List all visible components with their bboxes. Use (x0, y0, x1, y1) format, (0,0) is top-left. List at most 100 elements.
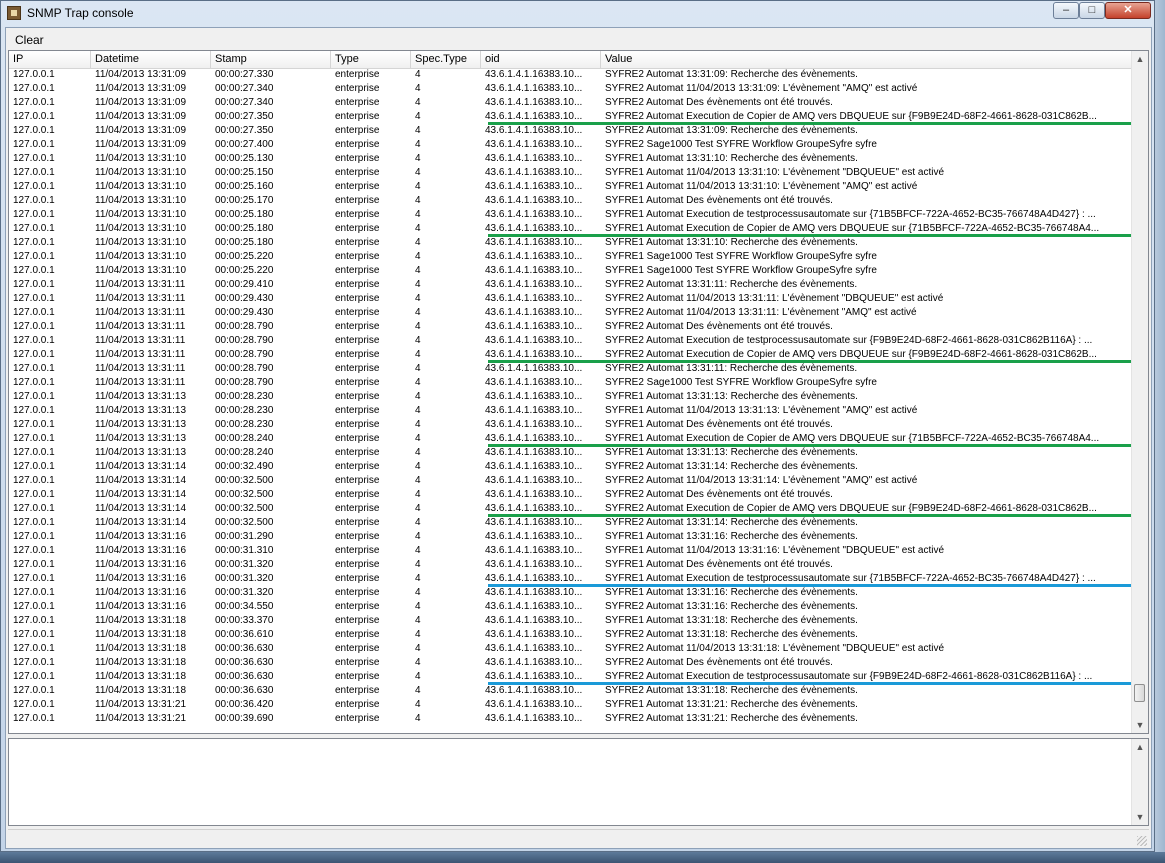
table-row[interactable]: 127.0.0.1 11/04/2013 13:31:11 00:00:28.790… (9, 320, 1134, 334)
table-row[interactable]: 127.0.0.1 11/04/2013 13:31:09 00:00:27.330… (9, 68, 1134, 82)
minimize-button[interactable]: – (1053, 2, 1079, 19)
table-row[interactable]: 127.0.0.1 11/04/2013 13:31:10 00:00:25.180… (9, 208, 1134, 222)
column-header-stamp[interactable]: Stamp (211, 51, 331, 68)
table-row[interactable]: 127.0.0.1 11/04/2013 13:31:11 00:00:29.430… (9, 306, 1134, 320)
oid-cell: 43.6.1.4.1.16383.10... (485, 335, 583, 346)
table-row[interactable]: 127.0.0.1 11/04/2013 13:31:09 00:00:27.340… (9, 82, 1134, 96)
spec-type-cell: 4 (415, 335, 421, 346)
table-row[interactable]: 127.0.0.1 11/04/2013 13:31:09 00:00:27.340… (9, 96, 1134, 110)
table-row[interactable]: 127.0.0.1 11/04/2013 13:31:16 00:00:31.310… (9, 544, 1134, 558)
scroll-up-arrow-icon[interactable]: ▲ (1132, 51, 1148, 67)
stamp-cell: 00:00:25.170 (215, 195, 274, 206)
table-row[interactable]: 127.0.0.1 11/04/2013 13:31:18 00:00:36.610… (9, 628, 1134, 642)
ip-cell: 127.0.0.1 (13, 671, 55, 682)
datetime-cell: 11/04/2013 13:31:11 (95, 377, 186, 388)
table-row[interactable]: 127.0.0.1 11/04/2013 13:31:18 00:00:33.370… (9, 614, 1134, 628)
column-header-ip[interactable]: IP (9, 51, 91, 68)
table-row[interactable]: 127.0.0.1 11/04/2013 13:31:13 00:00:28.240… (9, 446, 1134, 460)
table-row[interactable]: 127.0.0.1 11/04/2013 13:31:16 00:00:34.550… (9, 600, 1134, 614)
table-row[interactable]: 127.0.0.1 11/04/2013 13:31:09 00:00:27.350… (9, 124, 1134, 138)
maximize-button[interactable]: □ (1079, 2, 1105, 19)
table-row[interactable]: 127.0.0.1 11/04/2013 13:31:09 00:00:27.400… (9, 138, 1134, 152)
ip-cell: 127.0.0.1 (13, 405, 55, 416)
stamp-cell: 00:00:29.410 (215, 279, 274, 290)
table-row[interactable]: 127.0.0.1 11/04/2013 13:31:13 00:00:28.230… (9, 418, 1134, 432)
table-row[interactable]: 127.0.0.1 11/04/2013 13:31:14 00:00:32.500… (9, 474, 1134, 488)
column-header-type[interactable]: Type (331, 51, 411, 68)
table-row[interactable]: 127.0.0.1 11/04/2013 13:31:16 00:00:31.290… (9, 530, 1134, 544)
table-row[interactable]: 127.0.0.1 11/04/2013 13:31:10 00:00:25.150… (9, 166, 1134, 180)
close-button[interactable]: ✕ (1105, 2, 1151, 19)
ip-cell: 127.0.0.1 (13, 335, 55, 346)
table-row[interactable]: 127.0.0.1 11/04/2013 13:31:11 00:00:28.790… (9, 376, 1134, 390)
table-row[interactable]: 127.0.0.1 11/04/2013 13:31:10 00:00:25.170… (9, 194, 1134, 208)
spec-type-cell: 4 (415, 209, 421, 220)
spec-type-cell: 4 (415, 671, 421, 682)
spec-type-cell: 4 (415, 97, 421, 108)
type-cell: enterprise (335, 601, 380, 612)
ip-cell: 127.0.0.1 (13, 601, 55, 612)
oid-cell: 43.6.1.4.1.16383.10... (485, 69, 583, 80)
datetime-cell: 11/04/2013 13:31:16 (95, 531, 187, 542)
stamp-cell: 00:00:25.160 (215, 181, 274, 192)
table-row[interactable]: 127.0.0.1 11/04/2013 13:31:10 00:00:25.180… (9, 236, 1134, 250)
stamp-cell: 00:00:27.330 (215, 69, 274, 80)
table-row[interactable]: 127.0.0.1 11/04/2013 13:31:14 00:00:32.490… (9, 460, 1134, 474)
table-row[interactable]: 127.0.0.1 11/04/2013 13:31:10 00:00:25.220… (9, 250, 1134, 264)
detail-textbox[interactable]: ▲ ▼ (8, 738, 1149, 826)
highlight-underline (488, 682, 1131, 685)
datetime-cell: 11/04/2013 13:31:16 (95, 573, 187, 584)
datetime-cell: 11/04/2013 13:31:18 (95, 657, 187, 668)
scroll-down-arrow-icon[interactable]: ▼ (1132, 717, 1148, 733)
list-vertical-scrollbar[interactable]: ▲ ▼ (1131, 51, 1148, 733)
detail-scroll-up-icon[interactable]: ▲ (1132, 739, 1148, 755)
column-header-spec-type[interactable]: Spec.Type (411, 51, 481, 68)
table-row[interactable]: 127.0.0.1 11/04/2013 13:31:13 00:00:28.230… (9, 404, 1134, 418)
oid-cell: 43.6.1.4.1.16383.10... (485, 209, 583, 220)
table-row[interactable]: 127.0.0.1 11/04/2013 13:31:10 00:00:25.220… (9, 264, 1134, 278)
stamp-cell: 00:00:31.320 (215, 559, 274, 570)
type-cell: enterprise (335, 391, 380, 402)
table-row[interactable]: 127.0.0.1 11/04/2013 13:31:16 00:00:31.320… (9, 558, 1134, 572)
column-header-oid[interactable]: oid (481, 51, 601, 68)
table-row[interactable]: 127.0.0.1 11/04/2013 13:31:14 00:00:32.500… (9, 488, 1134, 502)
type-cell: enterprise (335, 447, 380, 458)
highlight-underline (488, 514, 1131, 517)
ip-cell: 127.0.0.1 (13, 517, 55, 528)
detail-vertical-scrollbar[interactable]: ▲ ▼ (1131, 739, 1148, 825)
table-row[interactable]: 127.0.0.1 11/04/2013 13:31:11 00:00:29.410… (9, 278, 1134, 292)
table-row[interactable]: 127.0.0.1 11/04/2013 13:31:14 00:00:32.500… (9, 516, 1134, 530)
title-bar[interactable]: SNMP Trap console – □ ✕ (1, 1, 1154, 27)
table-row[interactable]: 127.0.0.1 11/04/2013 13:31:10 00:00:25.130… (9, 152, 1134, 166)
detail-scroll-down-icon[interactable]: ▼ (1132, 809, 1148, 825)
spec-type-cell: 4 (415, 545, 421, 556)
table-row[interactable]: 127.0.0.1 11/04/2013 13:31:18 00:00:36.630… (9, 684, 1134, 698)
table-row[interactable]: 127.0.0.1 11/04/2013 13:31:21 00:00:39.690… (9, 712, 1134, 726)
ip-cell: 127.0.0.1 (13, 111, 55, 122)
spec-type-cell: 4 (415, 615, 421, 626)
table-row[interactable]: 127.0.0.1 11/04/2013 13:31:11 00:00:28.790… (9, 334, 1134, 348)
ip-cell: 127.0.0.1 (13, 657, 55, 668)
app-icon[interactable] (7, 6, 21, 20)
column-header-value[interactable]: Value (601, 51, 1134, 68)
oid-cell: 43.6.1.4.1.16383.10... (485, 139, 583, 150)
table-row[interactable]: 127.0.0.1 11/04/2013 13:31:16 00:00:31.320… (9, 586, 1134, 600)
clear-button[interactable]: Clear (12, 32, 47, 48)
oid-cell: 43.6.1.4.1.16383.10... (485, 391, 583, 402)
table-row[interactable]: 127.0.0.1 11/04/2013 13:31:11 00:00:28.790… (9, 362, 1134, 376)
table-row[interactable]: 127.0.0.1 11/04/2013 13:31:11 00:00:29.430… (9, 292, 1134, 306)
table-row[interactable]: 127.0.0.1 11/04/2013 13:31:18 00:00:36.630… (9, 656, 1134, 670)
table-row[interactable]: 127.0.0.1 11/04/2013 13:31:13 00:00:28.230… (9, 390, 1134, 404)
resize-grip-icon[interactable] (1137, 836, 1147, 846)
value-cell: SYFRE2 Automat 13:31:21: Recherche des é… (605, 713, 858, 724)
column-header-datetime[interactable]: Datetime (91, 51, 211, 68)
scroll-thumb[interactable] (1134, 684, 1145, 702)
datetime-cell: 11/04/2013 13:31:18 (95, 671, 187, 682)
table-row[interactable]: 127.0.0.1 11/04/2013 13:31:18 00:00:36.630… (9, 642, 1134, 656)
value-cell: SYFRE2 Automat 13:31:09: Recherche des é… (605, 69, 858, 80)
table-row[interactable]: 127.0.0.1 11/04/2013 13:31:21 00:00:36.420… (9, 698, 1134, 712)
table-row[interactable]: 127.0.0.1 11/04/2013 13:31:10 00:00:25.160… (9, 180, 1134, 194)
oid-cell: 43.6.1.4.1.16383.10... (485, 629, 583, 640)
value-cell: SYFRE2 Automat Des évènements ont été tr… (605, 657, 833, 668)
trap-list[interactable]: IP Datetime Stamp Type Spec.Type oid Val… (8, 50, 1149, 734)
